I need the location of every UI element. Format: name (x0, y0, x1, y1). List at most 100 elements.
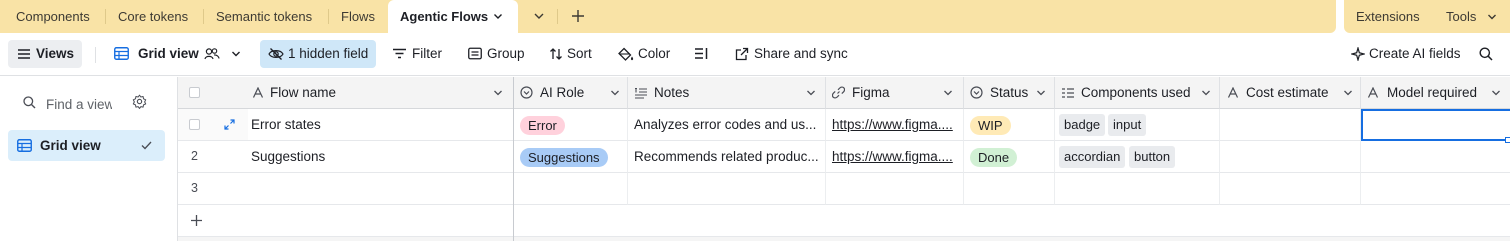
chevron-down-icon[interactable] (1201, 89, 1211, 97)
tab-agentic-flows[interactable]: Agentic Flows (388, 0, 518, 34)
chevron-down-icon[interactable] (1487, 12, 1497, 22)
cell-model-required[interactable] (1361, 173, 1510, 205)
views-sidebar: Grid view (0, 77, 178, 241)
select-all-checkbox[interactable] (189, 87, 200, 98)
cell-flow-name[interactable]: Error states (248, 109, 514, 141)
row-height-button[interactable] (694, 40, 712, 68)
column-header-status[interactable]: Status (964, 77, 1055, 109)
column-header-model-required[interactable]: Model required (1361, 77, 1510, 109)
column-header-notes[interactable]: Notes (628, 77, 826, 109)
plus-icon[interactable] (190, 214, 203, 227)
cell-ai-role[interactable]: Suggestions (514, 141, 628, 173)
views-label: Views (36, 46, 75, 61)
cell-status[interactable] (964, 173, 1055, 205)
cell-cost-estimate[interactable] (1220, 173, 1361, 205)
gear-icon[interactable] (132, 94, 147, 109)
views-button[interactable]: Views (8, 40, 82, 68)
cell-cost-estimate[interactable] (1220, 141, 1361, 173)
cell-components-used[interactable] (1055, 173, 1220, 205)
create-ai-fields-button[interactable]: Create AI fields (1351, 40, 1465, 68)
chevron-down-icon[interactable] (1343, 89, 1353, 97)
row-number-cell[interactable] (178, 109, 248, 141)
chevron-down-icon (232, 51, 240, 57)
tab-core-tokens[interactable]: Core tokens (118, 0, 188, 33)
group-icon (468, 47, 482, 60)
find-view-input[interactable] (46, 95, 112, 113)
frozen-column-divider (513, 77, 514, 241)
tab-semantic-tokens[interactable]: Semantic tokens (216, 0, 312, 33)
column-header-figma[interactable]: Figma (826, 77, 964, 109)
sidebar-item-grid-view[interactable]: Grid view (8, 130, 165, 161)
cell-figma[interactable] (826, 173, 964, 205)
hidden-fields-label: 1 hidden field (288, 46, 369, 61)
cell-figma[interactable]: https://www.figma.... (826, 109, 964, 141)
table-row[interactable]: Error states Error Analyzes error codes … (178, 109, 1510, 141)
grid-view-icon (17, 139, 32, 152)
cell-model-required-active[interactable] (1361, 109, 1510, 141)
cell-notes[interactable]: Recommends related produc... (628, 141, 826, 173)
chevron-down-icon[interactable] (943, 89, 953, 97)
cell-status[interactable]: Done (964, 141, 1055, 173)
add-row[interactable] (178, 205, 1510, 237)
add-row-cell[interactable] (178, 205, 1510, 237)
chevron-down-icon[interactable] (1036, 89, 1046, 97)
chevron-down-icon[interactable] (806, 89, 816, 97)
search-icon[interactable] (1479, 47, 1493, 61)
cell-flow-name[interactable]: Suggestions (248, 141, 514, 173)
column-header-cost-estimate[interactable]: Cost estimate (1220, 77, 1361, 109)
column-header-label: Flow name (270, 85, 337, 100)
add-table-icon[interactable] (571, 9, 585, 23)
cell-notes[interactable] (628, 173, 826, 205)
table-row[interactable]: 3 (178, 173, 1510, 205)
cell-status[interactable]: WIP (964, 109, 1055, 141)
chevron-down-icon[interactable] (493, 11, 503, 21)
cell-components-used[interactable]: badge input (1055, 109, 1220, 141)
cell-ai-role[interactable]: Error (514, 109, 628, 141)
fill-handle[interactable] (1505, 137, 1510, 143)
cell-model-required[interactable] (1361, 141, 1510, 173)
extensions-button[interactable]: Extensions (1356, 0, 1420, 33)
tab-divider (328, 9, 329, 24)
expand-record-icon[interactable] (224, 119, 235, 130)
filter-label: Filter (412, 46, 442, 61)
cell-flow-name[interactable] (248, 173, 514, 205)
sort-button[interactable]: Sort (549, 40, 595, 68)
tools-button[interactable]: Tools (1446, 0, 1476, 33)
hidden-fields-button[interactable]: 1 hidden field (260, 40, 376, 68)
all-tables-chevron-icon[interactable] (533, 11, 545, 21)
column-header-components-used[interactable]: Components used (1055, 77, 1220, 109)
group-button[interactable]: Group (468, 40, 526, 68)
cell-cost-estimate[interactable] (1220, 109, 1361, 141)
check-icon (141, 141, 152, 150)
row-checkbox[interactable] (189, 119, 200, 130)
chevron-down-icon[interactable] (493, 89, 503, 97)
table-row[interactable]: 2 Suggestions Suggestions Recommends rel… (178, 141, 1510, 173)
figma-link[interactable]: https://www.figma.... (832, 109, 953, 140)
column-header-flow-name[interactable]: Flow name (248, 77, 514, 109)
cell-components-used[interactable]: accordian button (1055, 141, 1220, 173)
column-header-label: Model required (1387, 85, 1478, 100)
view-toolbar: Views Grid view 1 hidden field Filter Gr… (0, 33, 1510, 76)
row-number: 3 (191, 181, 198, 195)
tab-agentic-flows-label: Agentic Flows (400, 9, 489, 24)
row-number-cell[interactable]: 2 (178, 141, 248, 173)
chevron-down-icon[interactable] (1491, 89, 1501, 97)
chevron-down-icon[interactable] (610, 89, 620, 97)
color-label: Color (638, 46, 671, 61)
figma-link[interactable]: https://www.figma.... (832, 141, 953, 172)
share-and-sync-button[interactable]: Share and sync (735, 40, 851, 68)
component-tag: input (1108, 114, 1147, 136)
cell-ai-role[interactable] (514, 173, 628, 205)
column-header-label: Notes (654, 85, 690, 100)
tab-components[interactable]: Components (16, 0, 90, 33)
tab-flows[interactable]: Flows (341, 0, 375, 33)
filter-button[interactable]: Filter (392, 40, 448, 68)
color-button[interactable]: Color (618, 40, 672, 68)
grid-view-button[interactable]: Grid view (112, 40, 246, 68)
cell-figma[interactable]: https://www.figma.... (826, 141, 964, 173)
row-number-cell[interactable]: 3 (178, 173, 248, 205)
column-header-ai-role[interactable]: AI Role (514, 77, 628, 109)
cell-notes[interactable]: Analyzes error codes and us... (628, 109, 826, 141)
column-header-label: Components used (1081, 85, 1191, 100)
collaborators-icon (204, 48, 220, 60)
